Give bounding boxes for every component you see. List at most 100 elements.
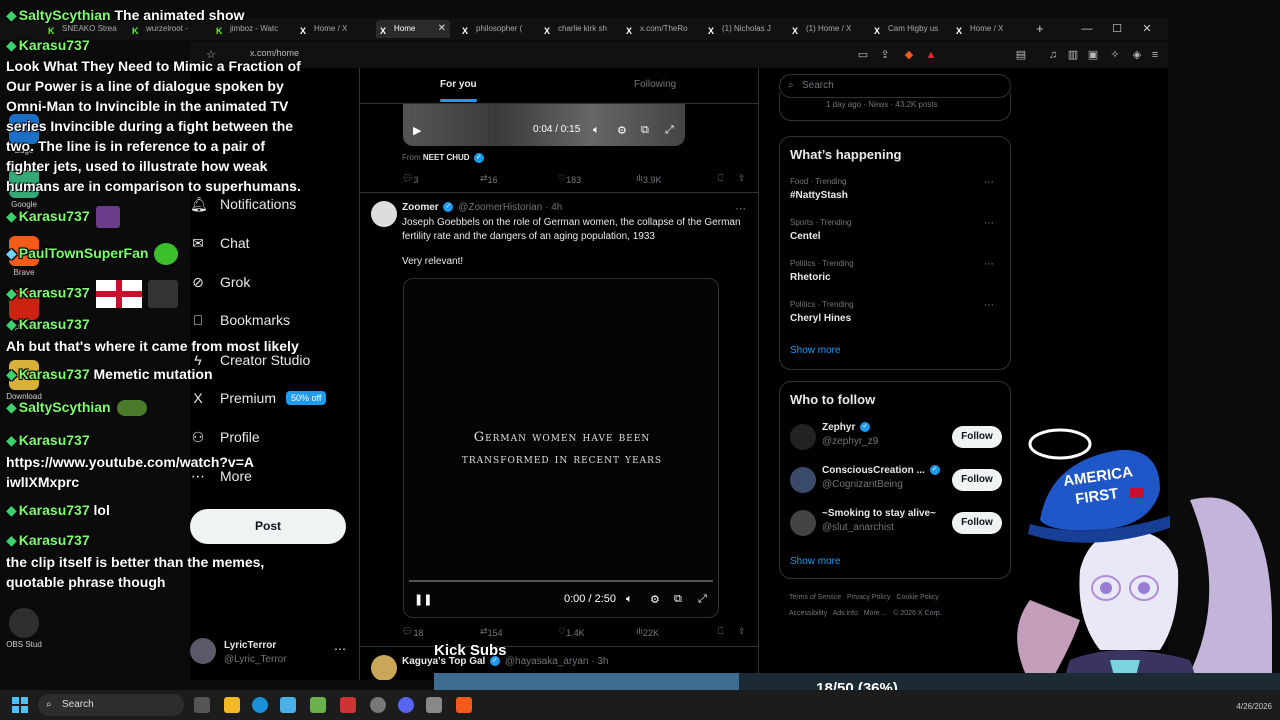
browser-tab-active[interactable]: X Home ✕: [376, 20, 450, 38]
file-explorer-icon[interactable]: [224, 697, 240, 713]
footer-link[interactable]: Privacy Policy: [847, 594, 891, 601]
more-icon[interactable]: ⋯: [984, 177, 994, 188]
author-name[interactable]: Zoomer: [402, 202, 439, 213]
rewards-icon[interactable]: ▲: [924, 48, 938, 62]
pip-icon[interactable]: ⧉: [674, 593, 682, 606]
tab-for-you[interactable]: For you: [440, 79, 477, 102]
follow-button[interactable]: Follow: [952, 512, 1002, 534]
avatar[interactable]: [371, 655, 397, 680]
desktop-icon-downloads[interactable]: Download: [4, 360, 44, 401]
bookmark-star-icon[interactable]: ☆: [204, 48, 218, 62]
maximize-icon[interactable]: ☐: [1102, 18, 1132, 40]
tab-following[interactable]: Following: [634, 79, 676, 90]
share-icon[interactable]: ⇪: [738, 626, 746, 637]
volume-icon[interactable]: 🔈︎: [626, 593, 633, 606]
pause-icon[interactable]: ❚❚: [414, 593, 432, 606]
like-button[interactable]: ♡ 183: [558, 173, 581, 185]
more-icon[interactable]: ⋯: [735, 202, 746, 215]
account-switcher[interactable]: LyricTerror @Lyric_Terror ⋯: [190, 638, 350, 666]
browser-tab[interactable]: Xcharlie kirk sh: [540, 20, 614, 38]
trend-item[interactable]: Food · Trending #NattyStash ⋯: [790, 177, 1002, 213]
tweet-time[interactable]: 3h: [597, 656, 608, 667]
windows-start-icon[interactable]: [12, 697, 28, 713]
nav-premium[interactable]: X Premium 50% off: [190, 386, 327, 410]
nav-bookmarks[interactable]: ⎕ Bookmarks: [190, 308, 290, 332]
reader-icon[interactable]: ▤: [1014, 48, 1028, 62]
avatar[interactable]: [371, 201, 397, 227]
desktop-icon-google[interactable]: Google: [4, 168, 44, 209]
app-icon[interactable]: [370, 697, 386, 713]
desktop-icon-brave[interactable]: Brave: [4, 236, 44, 277]
nav-profile[interactable]: ⚇ Profile: [190, 425, 260, 449]
tweet-time[interactable]: 4h: [551, 202, 562, 213]
minimize-icon[interactable]: —: [1072, 18, 1102, 40]
menu-icon[interactable]: ≡: [1148, 48, 1162, 62]
url-field[interactable]: x.com/home: [250, 48, 299, 58]
video-scrubber[interactable]: [409, 580, 713, 582]
bookmark-icon[interactable]: ⎕: [718, 626, 723, 637]
nav-more[interactable]: ⋯ More: [190, 464, 252, 488]
views-button[interactable]: ılı 3.9K: [636, 173, 662, 185]
post-button[interactable]: Post: [190, 509, 346, 544]
trend-item[interactable]: Politics · Trending Rhetoric ⋯: [790, 259, 1002, 295]
share-icon[interactable]: ⇪: [878, 48, 892, 62]
show-more-link[interactable]: Show more: [790, 556, 841, 567]
new-tab-button[interactable]: +: [1032, 20, 1052, 38]
app-icon[interactable]: [310, 697, 326, 713]
follow-button[interactable]: Follow: [952, 426, 1002, 448]
desktop-icon-edge[interactable]: Edge: [4, 114, 44, 155]
install-app-icon[interactable]: ▭: [856, 48, 870, 62]
repost-button[interactable]: ⇄ 154: [480, 626, 503, 638]
volume-icon[interactable]: 🔈︎: [593, 124, 600, 137]
like-button[interactable]: ♡ 1.4K: [558, 626, 585, 638]
views-button[interactable]: ılı 22K: [636, 626, 659, 638]
app-icon[interactable]: [340, 697, 356, 713]
extensions-icon[interactable]: ✧: [1108, 48, 1122, 62]
share-icon[interactable]: ⇪: [738, 173, 746, 184]
fullscreen-icon[interactable]: ⤢: [698, 593, 707, 606]
nav-creator-studio[interactable]: ϟ Creator Studio: [190, 348, 310, 372]
browser-tab[interactable]: Kjimboz - Watc: [212, 20, 294, 38]
pip-icon[interactable]: ⧉: [641, 124, 649, 137]
browser-tab[interactable]: K SNEAKO Strea: [44, 20, 126, 38]
close-icon[interactable]: ✕: [438, 20, 446, 38]
source-name[interactable]: NEET CHUD: [423, 153, 470, 162]
browser-tab[interactable]: X (1) Home / X: [788, 20, 868, 38]
fullscreen-icon[interactable]: ⤢: [665, 124, 674, 137]
settings-icon[interactable]: ⚙: [650, 593, 660, 606]
brave-shield-icon[interactable]: ◆: [902, 48, 916, 62]
browser-tab[interactable]: X Home / X: [296, 20, 376, 38]
footer-link[interactable]: Terms of Service: [789, 594, 841, 601]
footer-link[interactable]: More ...: [864, 610, 888, 617]
app-icon[interactable]: [426, 697, 442, 713]
show-more-link[interactable]: Show more: [790, 345, 841, 356]
browser-tab[interactable]: Kwurzelroot -: [128, 20, 210, 38]
footer-link[interactable]: Ads info: [833, 610, 858, 617]
browser-tab[interactable]: Xx.com/TheRo: [622, 20, 696, 38]
trend-item[interactable]: Politics · Trending Cheryl Hines ⋯: [790, 300, 1002, 336]
reply-button[interactable]: 💬︎ 3: [402, 173, 418, 185]
tweet-video[interactable]: ▶ 0:04 / 0:15 🔈︎ ⚙ ⧉ ⤢: [403, 104, 685, 146]
nav-grok[interactable]: ⊘ Grok: [190, 270, 250, 294]
repost-button[interactable]: ⇄ 16: [480, 173, 498, 185]
music-icon[interactable]: ♫: [1046, 48, 1060, 62]
nav-notifications[interactable]: 🔔︎ Notifications: [190, 192, 296, 216]
discord-icon[interactable]: [398, 697, 414, 713]
wallet-icon[interactable]: ▣: [1086, 48, 1100, 62]
search-input[interactable]: ⌕ Search: [779, 74, 1011, 98]
bookmark-icon[interactable]: ⎕: [718, 173, 723, 184]
follow-suggestion[interactable]: ConsciousCreation ... ✓ @CognizantBeing Fo…: [790, 465, 1002, 495]
store-icon[interactable]: [280, 697, 296, 713]
nav-chat[interactable]: ✉ Chat: [190, 231, 249, 255]
settings-icon[interactable]: ⚙: [617, 124, 627, 137]
sidebar-icon[interactable]: ▥: [1066, 48, 1080, 62]
follow-button[interactable]: Follow: [952, 469, 1002, 491]
more-icon[interactable]: ⋯: [984, 218, 994, 229]
more-icon[interactable]: ⋯: [334, 642, 346, 656]
trend-item[interactable]: Sports · Trending Centel ⋯: [790, 218, 1002, 254]
reply-button[interactable]: 💬︎ 18: [402, 626, 423, 638]
more-icon[interactable]: ⋯: [984, 300, 994, 311]
browser-tab[interactable]: X Cam Higby us: [870, 20, 950, 38]
author-handle[interactable]: @hayasaka_aryan: [505, 656, 589, 667]
edge-icon[interactable]: [252, 697, 268, 713]
